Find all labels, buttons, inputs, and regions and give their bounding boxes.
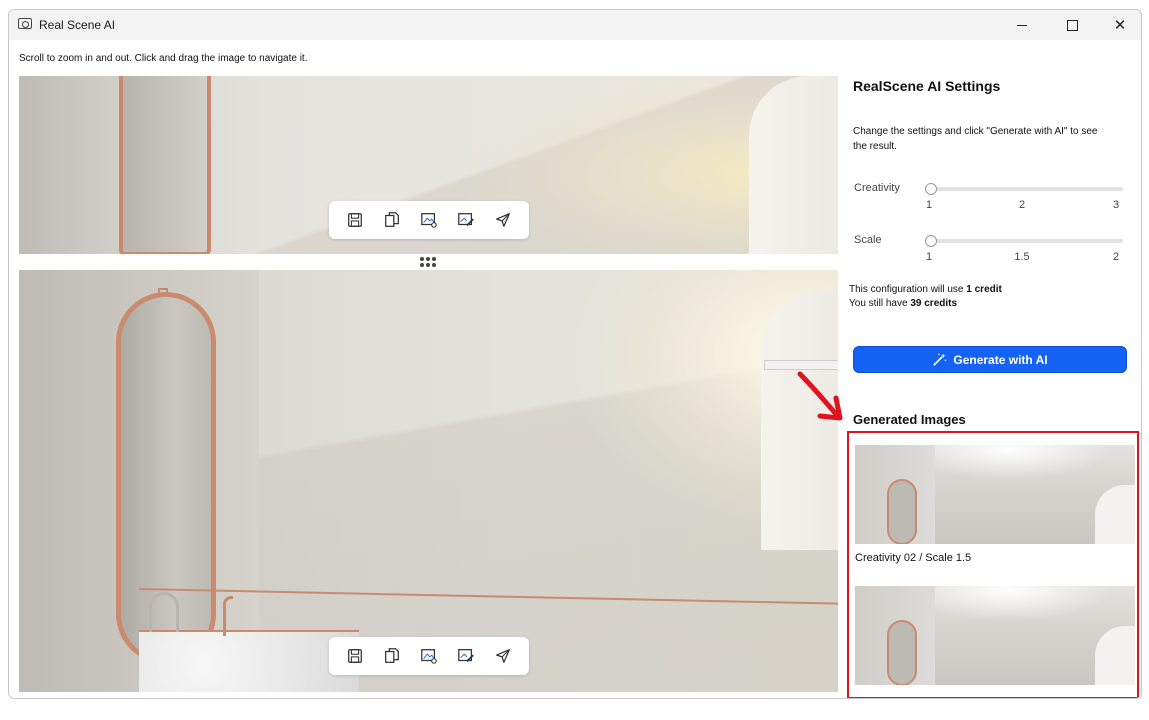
scene-counter: [139, 630, 359, 692]
generate-button-label: Generate with AI: [953, 352, 1048, 367]
send-button[interactable]: [492, 645, 514, 667]
scale-label: Scale: [854, 234, 882, 246]
app-window: Real Scene AI ✕ Scroll to zoom in and ou…: [8, 9, 1142, 699]
image-settings-button[interactable]: [418, 645, 440, 667]
copy-icon: [385, 648, 399, 663]
generated-image-toolbar: [329, 637, 529, 675]
minimize-button[interactable]: [999, 10, 1045, 40]
scale-slider[interactable]: [929, 239, 1123, 243]
original-image-toolbar: [329, 201, 529, 239]
scale-tick: 1: [925, 251, 933, 263]
creativity-tick: 3: [1112, 199, 1120, 211]
save-button[interactable]: [344, 209, 366, 231]
scale-tick: 2: [1112, 251, 1120, 263]
image-settings-button[interactable]: [418, 209, 440, 231]
copy-button[interactable]: [381, 209, 403, 231]
title-bar: Real Scene AI ✕: [9, 10, 1141, 40]
credit-usage-text: This configuration will use 1 credit: [849, 284, 1002, 295]
red-arrow-annotation: [797, 371, 843, 421]
settings-panel: RealScene AI Settings Change the setting…: [843, 50, 1141, 698]
copy-icon: [385, 212, 399, 227]
creativity-tick: 1: [925, 199, 933, 211]
send-icon: [496, 649, 510, 663]
send-button[interactable]: [492, 209, 514, 231]
generated-image-caption: Creativity 02 / Scale 1.5: [855, 552, 972, 564]
creativity-slider[interactable]: [929, 187, 1123, 191]
scene-mirror: [119, 76, 211, 254]
credits-remaining-text: You still have 39 credits: [849, 298, 958, 309]
image-settings-icon: [421, 213, 437, 228]
creativity-tick: 2: [1018, 199, 1026, 211]
edit-image-button[interactable]: [455, 645, 477, 667]
viewer-instructions: Scroll to zoom in and out. Click and dra…: [19, 53, 308, 64]
viewer-splitter-handle[interactable]: [418, 253, 438, 271]
edit-image-icon: [458, 649, 474, 663]
generated-images-title: Generated Images: [853, 412, 966, 427]
maximize-icon: [1066, 19, 1078, 31]
scene-arch: [749, 76, 838, 254]
maximize-button[interactable]: [1049, 10, 1095, 40]
camera-icon: [18, 18, 32, 29]
copy-button[interactable]: [381, 645, 403, 667]
generated-images-list: Creativity 02 / Scale 1.5: [847, 431, 1139, 698]
minimize-icon: [1017, 24, 1027, 26]
settings-title: RealScene AI Settings: [853, 78, 1001, 94]
creativity-slider-thumb[interactable]: [925, 183, 937, 195]
generated-image-thumbnail[interactable]: [855, 445, 1135, 544]
scale-tick: 1.5: [1014, 251, 1030, 263]
scene-faucet: [223, 596, 233, 636]
save-icon: [348, 213, 362, 227]
save-button[interactable]: [344, 645, 366, 667]
generate-with-ai-button[interactable]: Generate with AI: [853, 346, 1127, 373]
scene-faucet: [149, 592, 179, 632]
creativity-label: Creativity: [854, 182, 900, 194]
close-icon: ✕: [1113, 16, 1127, 34]
send-icon: [496, 213, 510, 227]
generated-image-viewer[interactable]: [19, 270, 838, 692]
scale-slider-thumb[interactable]: [925, 235, 937, 247]
settings-description: Change the settings and click "Generate …: [853, 126, 1098, 152]
magic-wand-icon: [933, 353, 947, 366]
edit-image-icon: [458, 213, 474, 227]
generated-image-thumbnail[interactable]: [855, 586, 1135, 685]
close-button[interactable]: ✕: [1097, 10, 1141, 40]
window-title: Real Scene AI: [39, 18, 116, 32]
image-settings-icon: [421, 649, 437, 664]
save-icon: [348, 649, 362, 663]
edit-image-button[interactable]: [455, 209, 477, 231]
